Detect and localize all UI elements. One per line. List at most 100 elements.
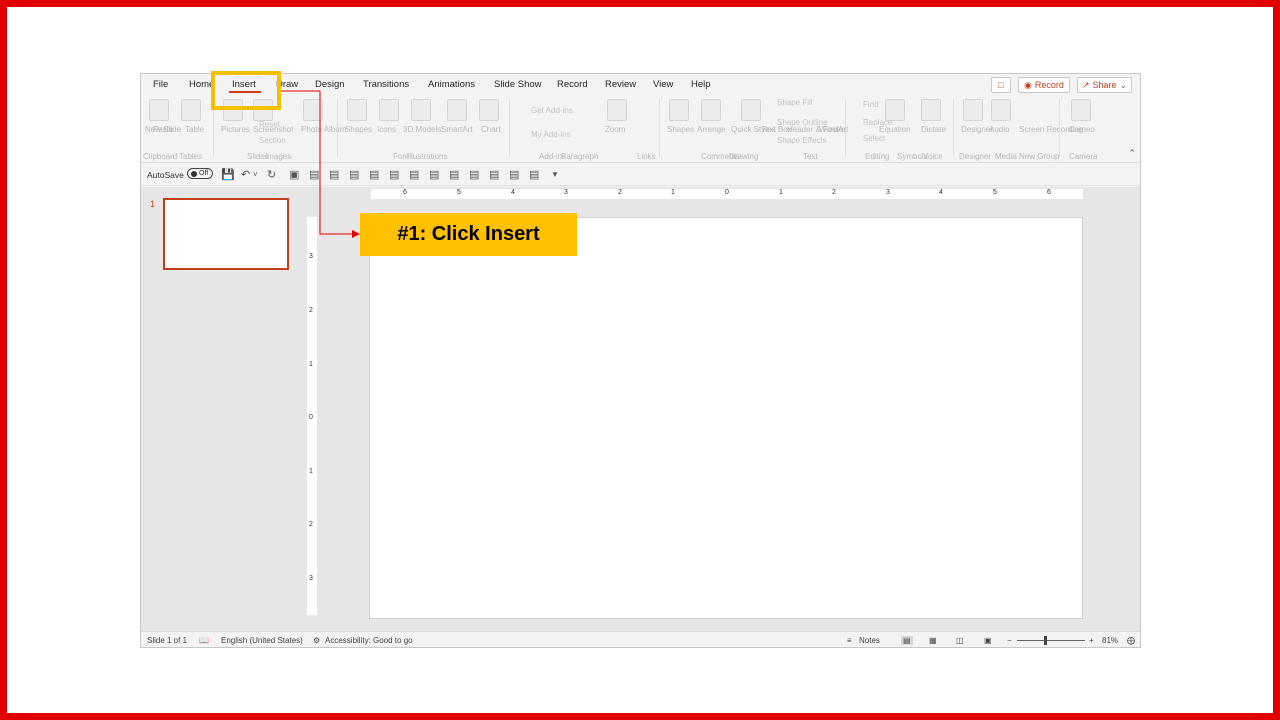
shapes-drawing-button[interactable]: Shapes [667, 125, 694, 134]
present-icon[interactable]: ▣ [289, 168, 299, 181]
shapes-button[interactable]: Shapes [345, 125, 372, 134]
slide-canvas[interactable] [369, 217, 1083, 619]
accessibility-icon[interactable]: ⚙ [313, 636, 320, 645]
tab-design[interactable]: Design [315, 79, 345, 90]
ruler-tick: 4 [939, 189, 943, 196]
zoom-out-icon[interactable]: − [1007, 636, 1012, 645]
pictures-button[interactable]: Pictures [221, 125, 250, 134]
zoom-level[interactable]: 81% [1102, 636, 1118, 645]
chart-icon [479, 99, 499, 121]
comment-icon: □ [998, 80, 1004, 90]
bring-forward-icon[interactable]: ▤ [489, 168, 499, 181]
redo-icon[interactable]: ↻ [267, 168, 276, 181]
arrange-button[interactable]: Arrange [697, 125, 725, 134]
dictate-icon [921, 99, 941, 121]
tab-slide-show[interactable]: Slide Show [494, 79, 542, 90]
replace-button[interactable]: Replace [863, 118, 892, 127]
tab-view[interactable]: View [653, 79, 673, 90]
comments-button[interactable]: □ [991, 77, 1011, 93]
share-button[interactable]: ↗ Share ⌄ [1077, 77, 1132, 93]
ruler-tick: 2 [618, 189, 622, 196]
align-bottom-icon[interactable]: ▤ [409, 168, 419, 181]
record-button[interactable]: ◉ Record [1018, 77, 1070, 93]
notes-button[interactable]: Notes [859, 636, 880, 645]
align-right-icon[interactable]: ▤ [349, 168, 359, 181]
3d-models-button[interactable]: 3D Models [403, 125, 441, 134]
normal-view-icon[interactable]: ▤ [901, 636, 913, 645]
dictate-button[interactable]: Dictate [921, 125, 946, 134]
reset-button[interactable]: Reset [259, 120, 280, 129]
ruler-tick: 1 [309, 468, 313, 475]
shape-effects-button[interactable]: Shape Effects [777, 136, 827, 145]
ruler-tick: 2 [309, 521, 313, 528]
tab-animations[interactable]: Animations [428, 79, 475, 90]
align-middle-icon[interactable]: ▤ [389, 168, 399, 181]
icons-button[interactable]: Icons [377, 125, 396, 134]
fit-to-window-icon[interactable]: ⨁ [1127, 636, 1135, 645]
distribute-horizontal-icon[interactable]: ▤ [429, 168, 439, 181]
tab-review[interactable]: Review [605, 79, 636, 90]
photo-album-button[interactable]: Photo Album [301, 125, 346, 134]
language-status[interactable]: English (United States) [221, 636, 303, 645]
shape-fill-button[interactable]: Shape Fill [777, 98, 813, 107]
table-button[interactable]: Table [185, 125, 204, 134]
tab-transitions[interactable]: Transitions [363, 79, 409, 90]
group-label-camera: Camera [1069, 152, 1098, 161]
paste-button[interactable]: Paste [153, 125, 173, 134]
customize-qat-icon[interactable]: ▼ [551, 170, 559, 179]
chart-button[interactable]: Chart [481, 125, 501, 134]
record-label: Record [1034, 80, 1064, 90]
align-center-icon[interactable]: ▤ [329, 168, 339, 181]
tab-help[interactable]: Help [691, 79, 711, 90]
undo-dropdown-icon[interactable]: ˅ [253, 170, 258, 179]
save-icon[interactable]: 💾 [221, 168, 235, 181]
zoom-button[interactable]: Zoom [605, 125, 625, 134]
align-top-icon[interactable]: ▤ [369, 168, 379, 181]
video-icon [963, 99, 983, 121]
my-add-ins-button[interactable]: My Add-ins [531, 130, 571, 139]
group-label-images: Images [265, 152, 292, 161]
zoom-in-icon[interactable]: + [1089, 636, 1094, 645]
autosave-label: AutoSave [147, 170, 184, 180]
reading-view-icon[interactable]: ◫ [956, 636, 964, 645]
select-button[interactable]: Select [863, 134, 885, 143]
ribbon-separator [659, 99, 660, 157]
autosave-toggle[interactable]: Off [187, 168, 213, 179]
smartart-button[interactable]: SmartArt [441, 125, 473, 134]
cameo-button[interactable]: Cameo [1069, 125, 1095, 134]
zoom-slider[interactable] [1017, 640, 1085, 641]
section-button[interactable]: Section [259, 136, 286, 145]
shape-outline-button[interactable]: Shape Outline [777, 118, 828, 127]
distribute-vertical-icon[interactable]: ▤ [449, 168, 459, 181]
notes-icon[interactable]: ≡ [847, 636, 852, 645]
slideshow-view-icon[interactable]: ▣ [984, 636, 992, 645]
send-backward-icon[interactable]: ▤ [509, 168, 519, 181]
ungroup-icon[interactable]: ▤ [529, 168, 539, 181]
tab-record[interactable]: Record [557, 79, 588, 90]
find-button[interactable]: Find [863, 100, 879, 109]
group-label-text: Text [803, 152, 818, 161]
tab-file[interactable]: File [153, 79, 168, 90]
spelling-icon[interactable]: 📖 [199, 636, 209, 645]
group-icon[interactable]: ▤ [469, 168, 479, 181]
ruler-tick: 6 [1047, 189, 1051, 196]
ruler-tick: 0 [309, 414, 313, 421]
slide-count: Slide 1 of 1 [147, 636, 188, 645]
zoom-slider-thumb[interactable] [1044, 636, 1047, 645]
slide-thumbnail[interactable] [163, 198, 289, 270]
accessibility-status[interactable]: Accessibility: Good to go [325, 636, 413, 645]
slide-number: 1 [150, 199, 156, 209]
ruler-tick: 1 [309, 361, 313, 368]
collapse-ribbon-icon[interactable]: ⌃ [1128, 148, 1136, 159]
audio-button[interactable]: Audio [989, 125, 1009, 134]
align-left-icon[interactable]: ▤ [309, 168, 319, 181]
group-label-editing: Editing [865, 152, 890, 161]
chevron-down-icon: ⌄ [1119, 79, 1128, 90]
undo-icon[interactable]: ↶ [241, 168, 250, 181]
cameo-icon [1071, 99, 1091, 121]
slide-sorter-icon[interactable]: ▦ [929, 636, 937, 645]
autosave-state: Off [199, 170, 209, 177]
ruler-tick: 2 [832, 189, 836, 196]
group-label-voice: Voice [923, 152, 943, 161]
get-add-ins-button[interactable]: Get Add-ins [531, 106, 573, 115]
